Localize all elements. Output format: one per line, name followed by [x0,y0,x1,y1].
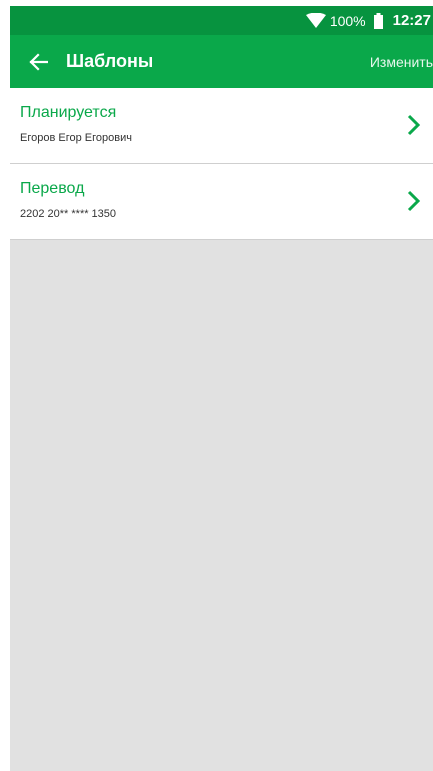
template-item[interactable]: Планируется Егоров Егор Егорович [10,88,433,164]
template-subtitle: 2202 20** **** 1350 [20,208,117,220]
template-subtitle: Егоров Егор Егорович [20,132,132,144]
wifi-icon [305,12,326,28]
page-title: Шаблоны [66,51,154,71]
arrow-left-icon [29,52,48,71]
app-bar: Шаблоны Изменить [10,35,433,88]
battery-percent: 100% [329,12,366,29]
back-button[interactable] [18,42,58,82]
chevron-right-icon [407,190,421,212]
chevron-right-icon [407,114,421,136]
phone-screen: 100% 12:27 Шаблоны Изменить Планируется … [10,6,433,771]
edit-button[interactable]: Изменить [370,35,433,88]
template-item[interactable]: Перевод 2202 20** **** 1350 [10,164,433,240]
template-title: Перевод [20,180,85,197]
clock-time: 12:27 [392,12,431,29]
status-bar: 100% 12:27 [10,6,433,35]
battery-icon [373,12,383,29]
template-title: Планируется [20,104,117,121]
templates-list: Планируется Егоров Егор Егорович Перевод… [10,88,433,240]
